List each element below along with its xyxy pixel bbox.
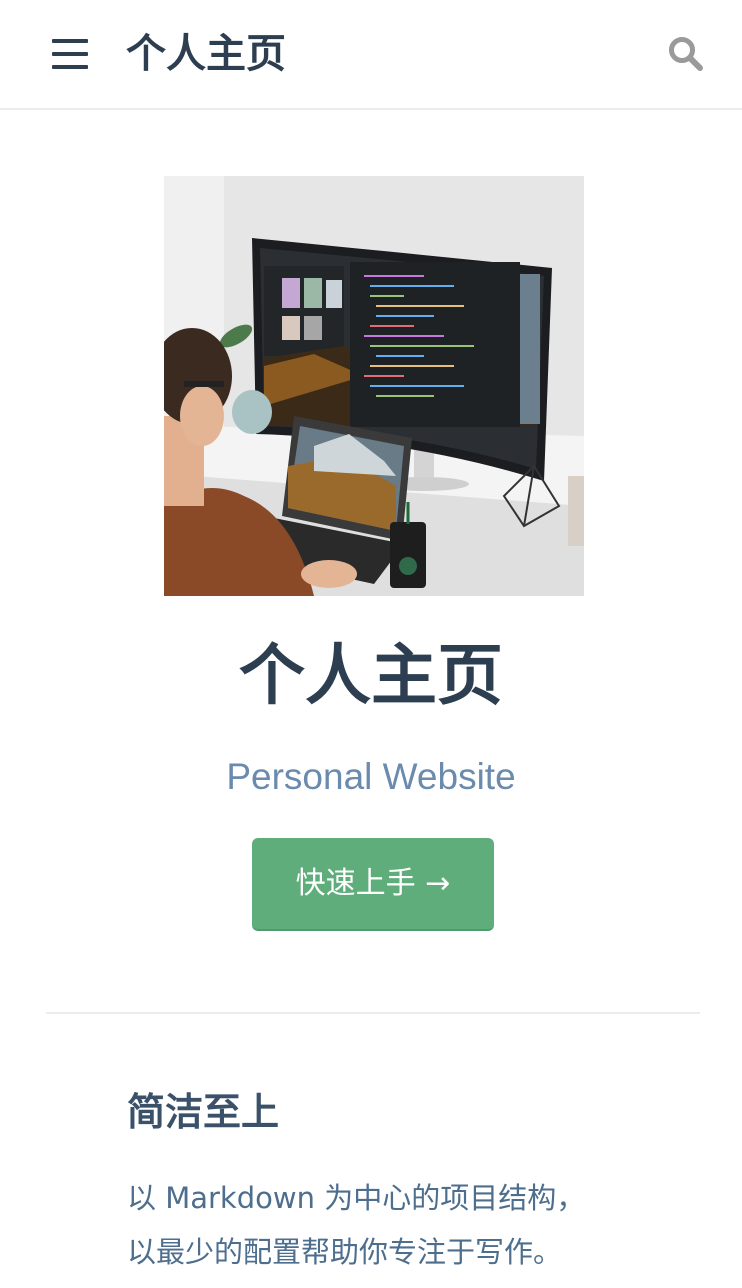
page: 个人主页 个人主页 Personal Website 快速上手 → 简洁至上 以… <box>0 0 742 1288</box>
menu-button[interactable] <box>52 36 88 72</box>
search-button[interactable] <box>668 36 704 72</box>
get-started-button[interactable]: 快速上手 → <box>252 838 494 931</box>
site-title[interactable]: 个人主页 <box>126 26 286 82</box>
navbar: 个人主页 <box>0 0 742 110</box>
search-icon <box>669 37 703 71</box>
feature-title: 简洁至上 <box>127 1090 280 1134</box>
hero-title: 个人主页 <box>239 637 503 714</box>
divider <box>46 1012 700 1014</box>
hero-description: Personal Website <box>226 756 516 797</box>
hamburger-menu-icon <box>52 39 88 69</box>
feature-description-line: 以最少的配置帮助你专注于写作。 <box>127 1235 563 1269</box>
hero-image <box>164 176 584 596</box>
feature-description-line: 以 Markdown 为中心的项目结构， <box>127 1181 586 1215</box>
